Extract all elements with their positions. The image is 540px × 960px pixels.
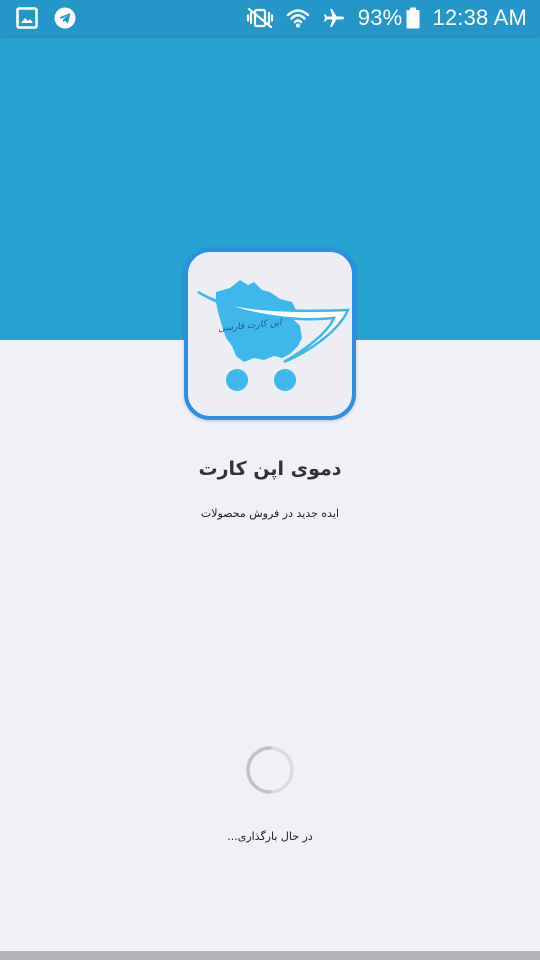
status-bar: 93% 12:38 AM (0, 0, 540, 36)
status-clock: 12:38 AM (432, 5, 527, 30)
vibrate-icon (246, 7, 274, 29)
shopping-cart-icon: اپن کارت فارسی (197, 280, 350, 391)
gallery-icon (16, 7, 38, 29)
battery-percent: 93% (357, 5, 403, 30)
logo-wheel-right (274, 369, 296, 391)
loading-spinner (245, 745, 295, 795)
app-title: دموی اپن کارت (198, 458, 342, 480)
status-right-icons: 93% 12:38 AM (246, 5, 527, 31)
status-left-icons (16, 7, 76, 29)
splash-screen: 93% 12:38 AM اپن کارت فارسی دموی اپن کار… (0, 0, 540, 960)
bottom-divider (0, 951, 540, 960)
battery-indicator: 93% (358, 5, 421, 31)
logo-wheel-left (226, 369, 248, 391)
loading-text: در حال بارگذاری... (227, 830, 313, 843)
app-subtitle: ایده جدید در فروش محصولات (200, 507, 340, 520)
battery-icon (406, 7, 420, 29)
wifi-icon (286, 6, 310, 30)
telegram-icon (54, 7, 76, 29)
airplane-mode-icon (322, 6, 346, 30)
app-logo: اپن کارت فارسی (184, 248, 356, 420)
